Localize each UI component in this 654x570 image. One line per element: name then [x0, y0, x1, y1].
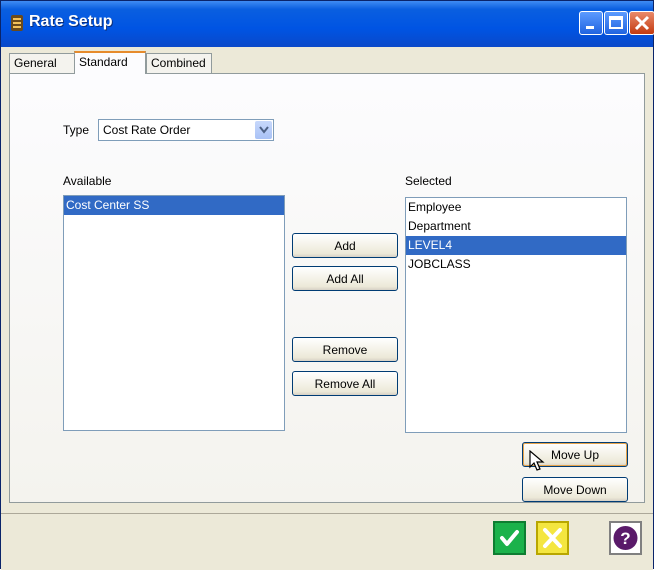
mouse-pointer-icon — [529, 450, 545, 471]
list-item[interactable]: LEVEL4 — [406, 236, 626, 255]
question-icon: ? — [613, 526, 638, 550]
tab-general[interactable]: General — [9, 53, 75, 73]
maximize-button[interactable] — [604, 11, 628, 35]
close-icon — [634, 15, 650, 31]
x-icon — [543, 528, 562, 548]
svg-text:?: ? — [620, 529, 630, 548]
available-label: Available — [63, 174, 112, 188]
type-dropdown-value: Cost Rate Order — [103, 123, 191, 137]
selected-list[interactable]: Employee Department LEVEL4 JOBCLASS — [405, 197, 627, 433]
available-list[interactable]: Cost Center SS — [63, 195, 285, 431]
list-item[interactable]: JOBCLASS — [406, 255, 626, 274]
minimize-button[interactable] — [579, 11, 603, 35]
rate-setup-window: Rate Setup General Standard Combined Typ… — [0, 0, 654, 570]
add-button[interactable]: Add — [292, 233, 398, 258]
app-icon — [11, 15, 23, 31]
type-label: Type — [63, 123, 90, 137]
title-bar[interactable]: Rate Setup — [1, 1, 654, 47]
dropdown-button[interactable] — [255, 121, 272, 139]
minimize-icon — [586, 26, 594, 29]
move-down-button[interactable]: Move Down — [522, 477, 628, 502]
cancel-button[interactable] — [536, 521, 569, 555]
tab-combined[interactable]: Combined — [146, 53, 212, 73]
list-item[interactable]: Department — [406, 217, 626, 236]
type-dropdown[interactable]: Cost Rate Order — [98, 119, 274, 141]
maximize-icon — [609, 16, 623, 29]
window-title: Rate Setup — [29, 13, 113, 30]
tab-standard[interactable]: Standard — [74, 51, 146, 74]
ok-button[interactable] — [493, 521, 526, 555]
remove-all-button[interactable]: Remove All — [292, 371, 398, 396]
close-button[interactable] — [629, 11, 654, 35]
check-icon — [500, 530, 519, 546]
help-button[interactable]: ? — [609, 521, 642, 555]
chevron-down-icon — [259, 126, 269, 134]
list-item[interactable]: Employee — [406, 198, 626, 217]
selected-label: Selected — [405, 174, 452, 188]
add-all-button[interactable]: Add All — [292, 266, 398, 291]
remove-button[interactable]: Remove — [292, 337, 398, 362]
list-item[interactable]: Cost Center SS — [64, 196, 284, 215]
